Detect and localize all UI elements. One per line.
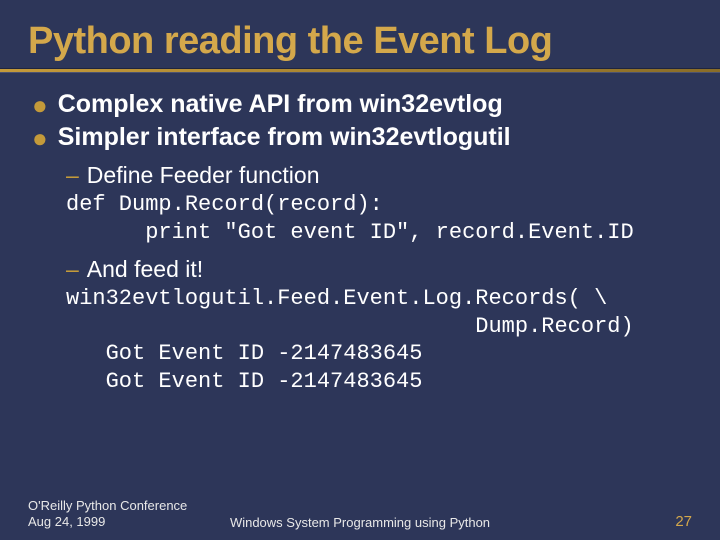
- sub-bullet-text: Define Feeder function: [87, 162, 320, 189]
- page-number: 27: [675, 513, 692, 530]
- code-line: print "Got event ID", record.Event.ID: [66, 220, 634, 245]
- code-block: win32evtlogutil.Feed.Event.Log.Records( …: [66, 285, 692, 395]
- bullet-text: Complex native API from win32evtlog: [58, 90, 503, 119]
- code-line: Got Event ID -2147483645: [66, 341, 422, 366]
- code-block: def Dump.Record(record): print "Got even…: [66, 191, 692, 246]
- slide-content: ● Complex native API from win32evtlog ● …: [28, 72, 692, 395]
- code-line: def Dump.Record(record):: [66, 192, 383, 217]
- code-line: Dump.Record): [66, 314, 634, 339]
- dash-icon: –: [66, 256, 79, 283]
- footer-conference: O'Reilly Python Conference: [28, 498, 187, 514]
- slide-footer: O'Reilly Python Conference Aug 24, 1999 …: [28, 498, 692, 531]
- dash-icon: –: [66, 162, 79, 189]
- slide: Python reading the Event Log ● Complex n…: [0, 0, 720, 540]
- sub-bullet-item: – Define Feeder function: [66, 162, 692, 189]
- slide-title: Python reading the Event Log: [28, 20, 692, 63]
- code-line: Got Event ID -2147483645: [66, 369, 422, 394]
- footer-center: Windows System Programming using Python: [28, 515, 692, 530]
- bullet-icon: ●: [32, 125, 48, 151]
- bullet-item: ● Simpler interface from win32evtlogutil: [32, 123, 692, 152]
- sub-bullet-item: – And feed it!: [66, 256, 692, 283]
- bullet-text: Simpler interface from win32evtlogutil: [58, 123, 511, 152]
- sub-bullet-text: And feed it!: [87, 256, 203, 283]
- bullet-item: ● Complex native API from win32evtlog: [32, 90, 692, 119]
- code-line: win32evtlogutil.Feed.Event.Log.Records( …: [66, 286, 607, 311]
- bullet-icon: ●: [32, 92, 48, 118]
